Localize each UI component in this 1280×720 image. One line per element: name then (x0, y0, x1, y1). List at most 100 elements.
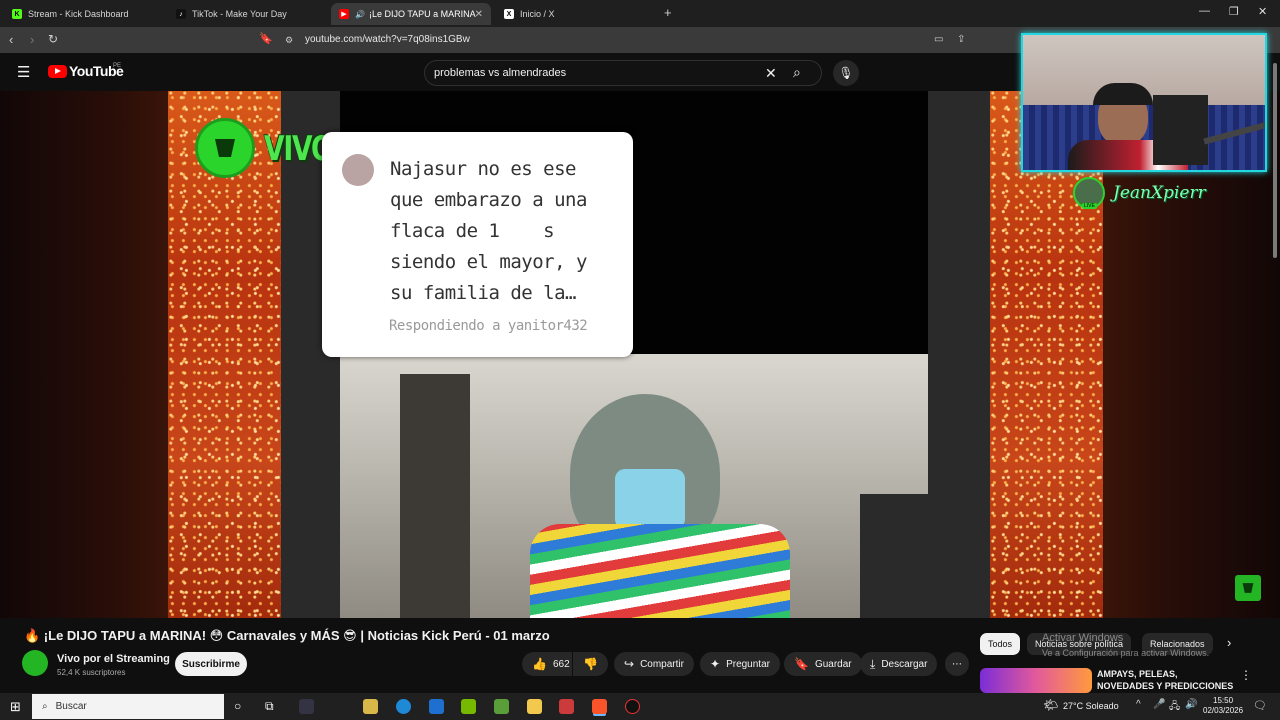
tab-title: ¡Le DIJO TAPU a MARINA (368, 9, 476, 19)
bookmark-icon[interactable]: 🔖 (259, 32, 273, 45)
taskbar-search[interactable]: ⌕ Buscar (32, 694, 224, 719)
reply-label: Respondiendo a yanitor432 (389, 318, 588, 334)
share-button[interactable]: ↪ Compartir (614, 652, 694, 676)
brave-icon[interactable] (592, 699, 607, 714)
app-green-icon[interactable] (494, 699, 509, 714)
tab-x[interactable]: X Inicio / X (496, 3, 656, 25)
gaming-chair (860, 494, 928, 618)
tab-youtube-video[interactable]: ▶ 🔊 ¡Le DIJO TAPU a MARINA ✕ (331, 3, 491, 25)
download-icon: ⤓ (870, 656, 876, 671)
comment-avatar (342, 154, 374, 186)
share-label: Compartir (640, 658, 684, 670)
cortana-icon[interactable]: ○ (234, 699, 241, 713)
app-icon[interactable] (299, 699, 314, 714)
close-window-icon[interactable]: ✕ (1258, 5, 1267, 18)
tab-kick-dashboard[interactable]: K Stream - Kick Dashboard (4, 3, 164, 25)
streamer-name: JeanXpierr (1113, 183, 1206, 203)
clock-time: 15:50 (1213, 696, 1234, 705)
comment-line: siendo el mayor, y (390, 251, 587, 273)
tab-title: TikTok - Make Your Day (192, 9, 287, 19)
forward-icon[interactable]: › (30, 32, 34, 47)
cast-icon[interactable]: ▭ (934, 34, 943, 45)
task-view-icon[interactable]: ⧉ (265, 699, 274, 714)
new-tab-button[interactable]: + (664, 5, 672, 20)
file-explorer-icon[interactable] (527, 699, 542, 714)
channel-avatar[interactable] (22, 650, 48, 676)
download-label: Descargar (881, 658, 928, 670)
save-label: Guardar (814, 658, 852, 670)
chevron-right-icon[interactable]: › (1227, 635, 1231, 650)
address-bar[interactable]: youtube.com/watch?v=7q08ins1GBw (305, 34, 470, 45)
nvidia-icon[interactable] (461, 699, 476, 714)
reload-icon[interactable]: ↻ (48, 32, 58, 46)
page-scrollbar[interactable] (1270, 53, 1280, 693)
save-button[interactable]: 🔖 Guardar (784, 652, 862, 676)
recommended-thumbnail[interactable] (980, 668, 1092, 693)
comment-line: flaca de 1 s (390, 220, 555, 242)
app-red-icon[interactable] (559, 699, 574, 714)
streamer-hair (1093, 83, 1153, 105)
windows-start-icon[interactable]: ⊞ (10, 699, 21, 715)
clear-search-icon[interactable]: ✕ (765, 65, 777, 82)
scrollbar-thumb[interactable] (1273, 63, 1277, 258)
dislike-button[interactable]: 👎 (573, 652, 608, 676)
youtube-play-icon (48, 64, 67, 78)
background-left (0, 91, 168, 618)
background-door (400, 374, 470, 618)
share-page-icon[interactable]: ⇪ (957, 34, 965, 45)
site-info-icon[interactable]: ⚙ (285, 35, 293, 46)
mail-icon[interactable] (429, 699, 444, 714)
tiktok-comment-card: Najasur no es ese que embarazo a una fla… (322, 132, 633, 357)
voice-search-icon[interactable]: 🎙 (833, 60, 859, 86)
taskbar-search-placeholder: Buscar (55, 701, 87, 712)
subscriber-count: 52,4 K suscriptores (57, 668, 126, 677)
search-icon[interactable]: ⌕ (793, 64, 801, 81)
chip-todos[interactable]: Todos (980, 633, 1021, 655)
channel-name[interactable]: Vivo por el Streaming (57, 653, 170, 665)
brand-logo-badge (195, 118, 255, 178)
edge-icon[interactable] (396, 699, 411, 714)
close-tab-icon[interactable]: ✕ (475, 9, 483, 20)
streamer-camera-overlay (1021, 33, 1267, 172)
tab-tiktok[interactable]: ♪ TikTok - Make Your Day (168, 3, 328, 25)
browser-tab-strip: K Stream - Kick Dashboard ♪ TikTok - Mak… (0, 0, 1280, 27)
speaker-icon: 🔊 (355, 9, 365, 19)
comment-line: que embarazo a una (390, 189, 587, 211)
more-actions-button[interactable]: ⋯ (945, 652, 969, 676)
minimize-icon[interactable]: — (1199, 5, 1210, 17)
subscribe-button[interactable]: Suscribirme (175, 652, 247, 676)
back-icon[interactable]: ‹ (9, 32, 13, 47)
microphone-icon[interactable]: 🎤 (1153, 699, 1165, 710)
like-button[interactable]: 👍 662 (522, 652, 572, 676)
tray-weather[interactable]: 27°C Soleado (1063, 701, 1119, 711)
weather-icon[interactable]: 🌤 (1043, 698, 1058, 712)
network-icon[interactable]: 🖧 (1169, 699, 1180, 716)
windows-taskbar: ⊞ ⌕ Buscar ○ ⧉ 🌤 27°C Soleado ^ 🎤 🖧 🔊 15… (0, 693, 1280, 720)
striped-sweater (530, 524, 790, 618)
clock[interactable]: 15:50 02/03/2026 (1203, 696, 1243, 716)
kick-icon: K (12, 9, 22, 19)
more-vert-icon[interactable]: ⋮ (1240, 668, 1252, 682)
tiktok-icon: ♪ (176, 9, 186, 19)
comment-line: su familia de la… (390, 282, 576, 304)
clock-date: 02/03/2026 (1203, 706, 1244, 715)
obs-icon[interactable] (625, 699, 640, 714)
ask-button[interactable]: ✦ Preguntar (700, 652, 780, 676)
download-button[interactable]: ⤓ Descargar (860, 652, 938, 676)
search-icon: ⌕ (42, 701, 48, 712)
menu-icon[interactable]: ☰ (17, 63, 30, 81)
channel-watermark-icon[interactable] (1235, 575, 1261, 601)
tray-chevron-icon[interactable]: ^ (1136, 699, 1141, 710)
volume-icon[interactable]: 🔊 (1185, 699, 1197, 710)
restore-icon[interactable]: ❐ (1229, 5, 1239, 18)
notifications-icon[interactable]: 🗨 (1253, 699, 1267, 712)
ask-label: Preguntar (726, 658, 770, 670)
search-input[interactable]: problemas vs almendrades ✕ ⌕ (424, 60, 822, 86)
store-icon[interactable] (363, 699, 378, 714)
windows-activation-watermark: Activar Windows (1042, 632, 1124, 644)
video-title: 🔥 ¡Le DIJO TAPU a MARINA! 😳 Carnavales y… (24, 628, 550, 643)
x-icon: X (504, 9, 514, 19)
brand-logo-icon (215, 139, 235, 157)
face-mask (615, 469, 685, 529)
thumbs-up-icon: 👍 (532, 657, 547, 671)
